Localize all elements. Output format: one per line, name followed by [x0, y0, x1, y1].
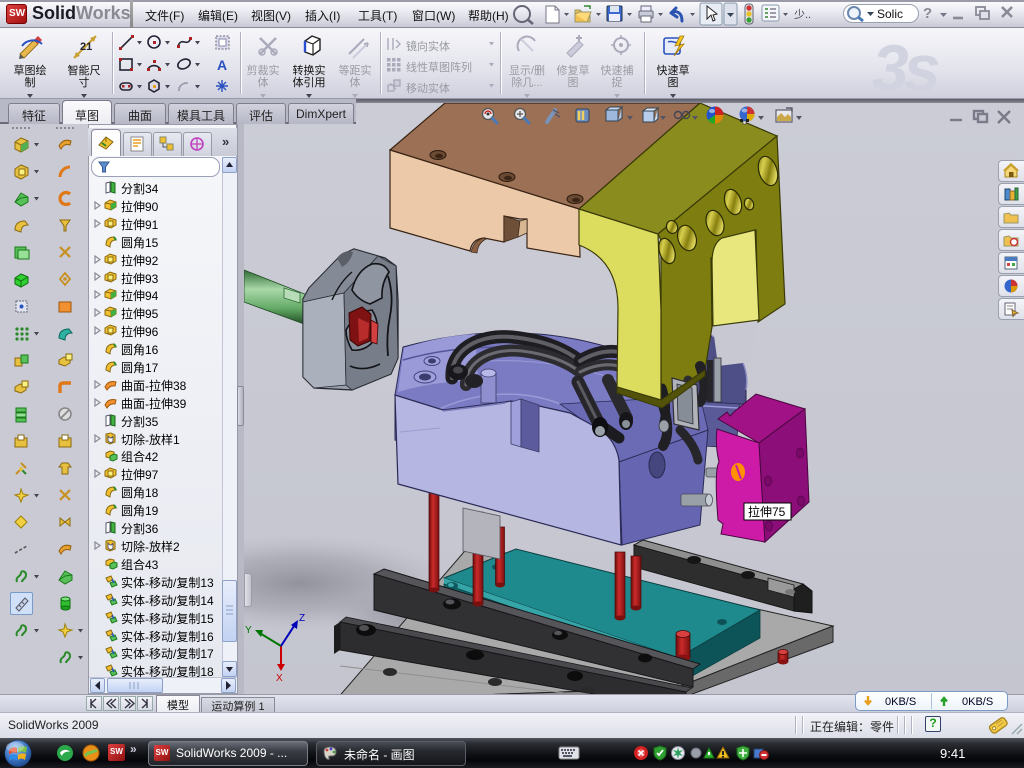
- svg-text:Solic: Solic: [877, 7, 903, 21]
- svg-text:拉伸75: 拉伸75: [748, 504, 786, 519]
- svg-text:X: X: [276, 673, 283, 684]
- svg-text:少..: 少..: [794, 8, 811, 21]
- svg-text:21: 21: [80, 41, 92, 53]
- svg-text:Y: Y: [245, 625, 252, 636]
- svg-text:Z: Z: [299, 613, 305, 624]
- svg-text:A: A: [217, 57, 227, 73]
